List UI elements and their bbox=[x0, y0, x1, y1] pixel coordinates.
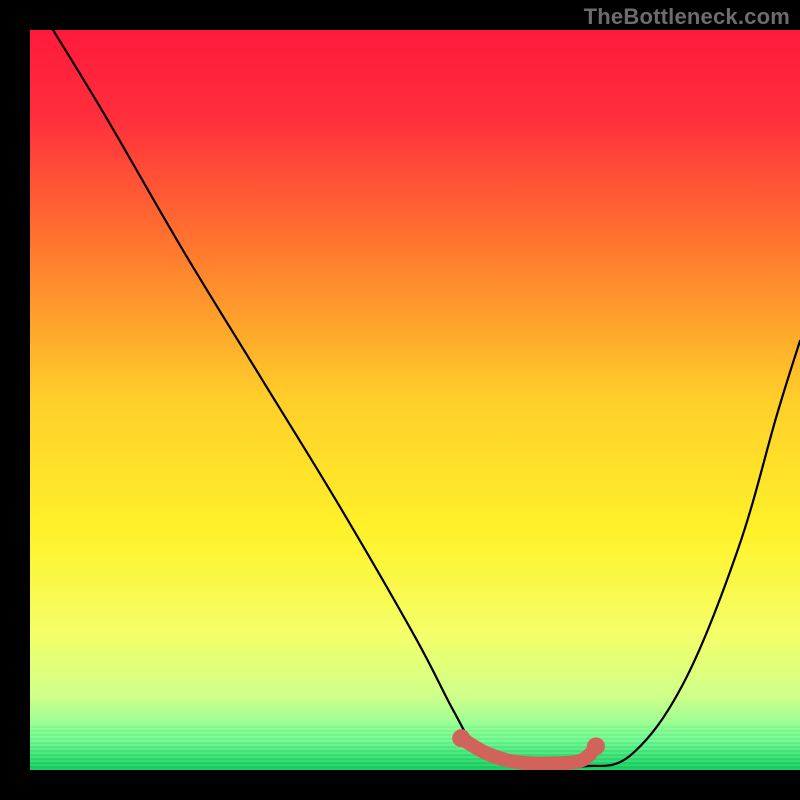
attribution-label: TheBottleneck.com bbox=[584, 4, 790, 30]
gradient-background bbox=[30, 30, 800, 770]
chart-frame: TheBottleneck.com bbox=[0, 0, 800, 800]
optimal-range-end-dot bbox=[587, 737, 605, 755]
bottleneck-chart bbox=[0, 0, 800, 800]
optimal-range-start-dot bbox=[452, 729, 470, 747]
